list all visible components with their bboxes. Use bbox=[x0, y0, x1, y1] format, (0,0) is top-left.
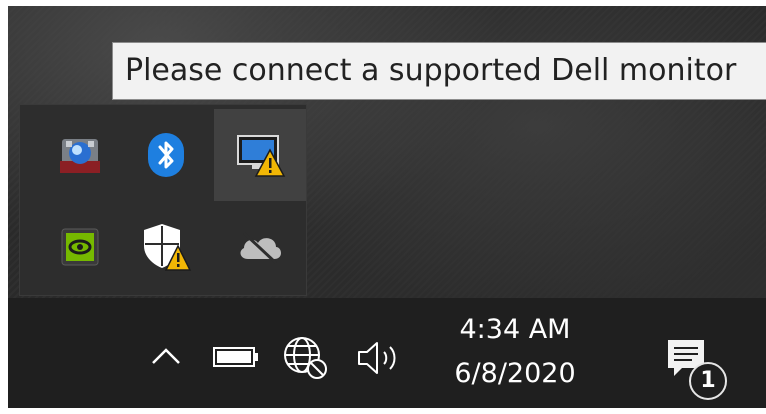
notification-count-badge: 1 bbox=[689, 362, 727, 400]
battery-icon[interactable] bbox=[210, 340, 262, 374]
tray-overflow-flyout bbox=[19, 104, 307, 296]
clock-time: 4:34 AM bbox=[459, 314, 571, 345]
nvidia-icon[interactable] bbox=[34, 201, 126, 293]
onedrive-offline-icon[interactable] bbox=[214, 201, 306, 293]
show-hidden-icons-chevron[interactable] bbox=[146, 336, 186, 376]
dell-display-manager-icon[interactable] bbox=[34, 109, 126, 201]
clock-date: 6/8/2020 bbox=[454, 358, 576, 389]
tooltip: Please connect a supported Dell monitor bbox=[112, 42, 766, 100]
volume-icon[interactable] bbox=[352, 336, 406, 380]
tooltip-text: Please connect a supported Dell monitor bbox=[125, 53, 737, 88]
bluetooth-icon[interactable] bbox=[120, 109, 212, 201]
taskbar-clock[interactable]: 4:34 AM 6/8/2020 bbox=[430, 308, 600, 408]
dell-monitor-warning-icon[interactable] bbox=[214, 109, 306, 201]
windows-security-warning-icon[interactable] bbox=[120, 201, 212, 293]
network-icon[interactable] bbox=[278, 332, 332, 382]
